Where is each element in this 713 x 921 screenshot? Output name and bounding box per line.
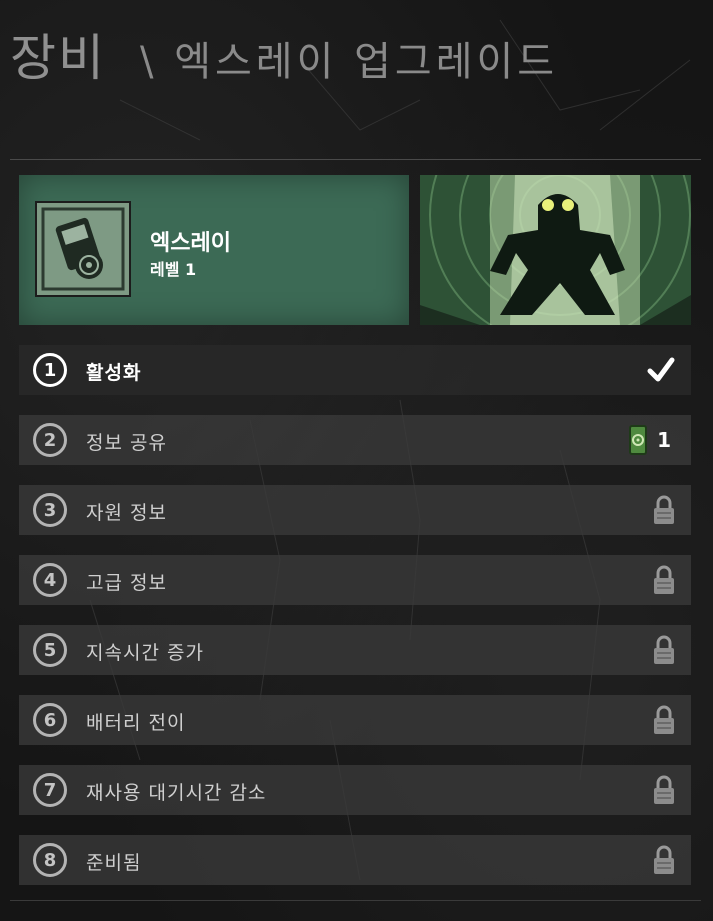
upgrade-row-7[interactable]: 7 재사용 대기시간 감소 — [19, 765, 691, 815]
upgrade-status: 1 — [629, 423, 675, 457]
upgrade-label: 자원 정보 — [86, 502, 167, 524]
upgrade-label: 배터리 전이 — [86, 712, 186, 734]
upgrade-number-badge: 6 — [33, 703, 67, 737]
lock-icon — [653, 495, 675, 525]
gadget-name: 엑스레이 — [150, 231, 231, 256]
upgrade-number-badge: 8 — [33, 843, 67, 877]
upgrade-status — [653, 703, 675, 737]
upgrade-number-badge: 5 — [33, 633, 67, 667]
agent-silhouette-art — [420, 175, 691, 325]
upgrade-label: 정보 공유 — [86, 432, 167, 454]
upgrade-number-badge: 1 — [33, 353, 67, 387]
upgrade-label: 지속시간 증가 — [86, 642, 204, 664]
lock-icon — [653, 565, 675, 595]
upgrade-cost: 1 — [657, 428, 671, 452]
footer-divider — [10, 900, 701, 901]
upgrade-number-badge: 3 — [33, 493, 67, 527]
upgrade-row-1[interactable]: 1 활성화 — [19, 345, 691, 395]
page-subtitle: \ 엑스레이 업그레이드 — [140, 39, 559, 85]
lock-icon — [653, 775, 675, 805]
gadget-level: 레벨 1 — [150, 260, 197, 279]
xray-gadget-icon — [35, 201, 131, 297]
upgrade-status — [647, 353, 675, 387]
upgrade-row-4[interactable]: 4 고급 정보 — [19, 555, 691, 605]
page-title: 장비 — [10, 29, 106, 87]
upgrade-row-5[interactable]: 5 지속시간 증가 — [19, 625, 691, 675]
upgrade-number-badge: 4 — [33, 563, 67, 597]
upgrade-status — [653, 493, 675, 527]
gadget-upgrade-screen: 장비 \ 엑스레이 업그레이드 엑스레이 레벨 1 1 활성화 2 정보 공유 … — [0, 0, 713, 921]
lock-icon — [653, 705, 675, 735]
lock-icon — [653, 845, 675, 875]
page-header: 장비 \ 엑스레이 업그레이드 — [10, 18, 558, 88]
upgrade-status — [653, 773, 675, 807]
upgrade-label: 준비됨 — [86, 852, 142, 874]
upgrade-status — [653, 633, 675, 667]
upgrade-row-3[interactable]: 3 자원 정보 — [19, 485, 691, 535]
upgrade-status — [653, 563, 675, 597]
upgrade-label: 활성화 — [86, 362, 142, 384]
checkmark-icon — [647, 357, 675, 383]
upgrade-label: 재사용 대기시간 감소 — [86, 782, 267, 804]
upgrade-number-badge: 7 — [33, 773, 67, 807]
header-divider — [10, 159, 701, 160]
upgrade-label: 고급 정보 — [86, 572, 167, 594]
upgrade-row-6[interactable]: 6 배터리 전이 — [19, 695, 691, 745]
upgrade-row-2[interactable]: 2 정보 공유 1 — [19, 415, 691, 465]
upgrade-list: 1 활성화 2 정보 공유 1 3 자원 정보 4 고급 정보 5 지속시간 증… — [19, 345, 691, 905]
upgrade-number-badge: 2 — [33, 423, 67, 457]
gadget-card: 엑스레이 레벨 1 — [19, 175, 409, 325]
lock-icon — [653, 635, 675, 665]
upgrade-token-icon — [629, 425, 648, 455]
upgrade-status — [653, 843, 675, 877]
upgrade-row-8[interactable]: 8 준비됨 — [19, 835, 691, 885]
